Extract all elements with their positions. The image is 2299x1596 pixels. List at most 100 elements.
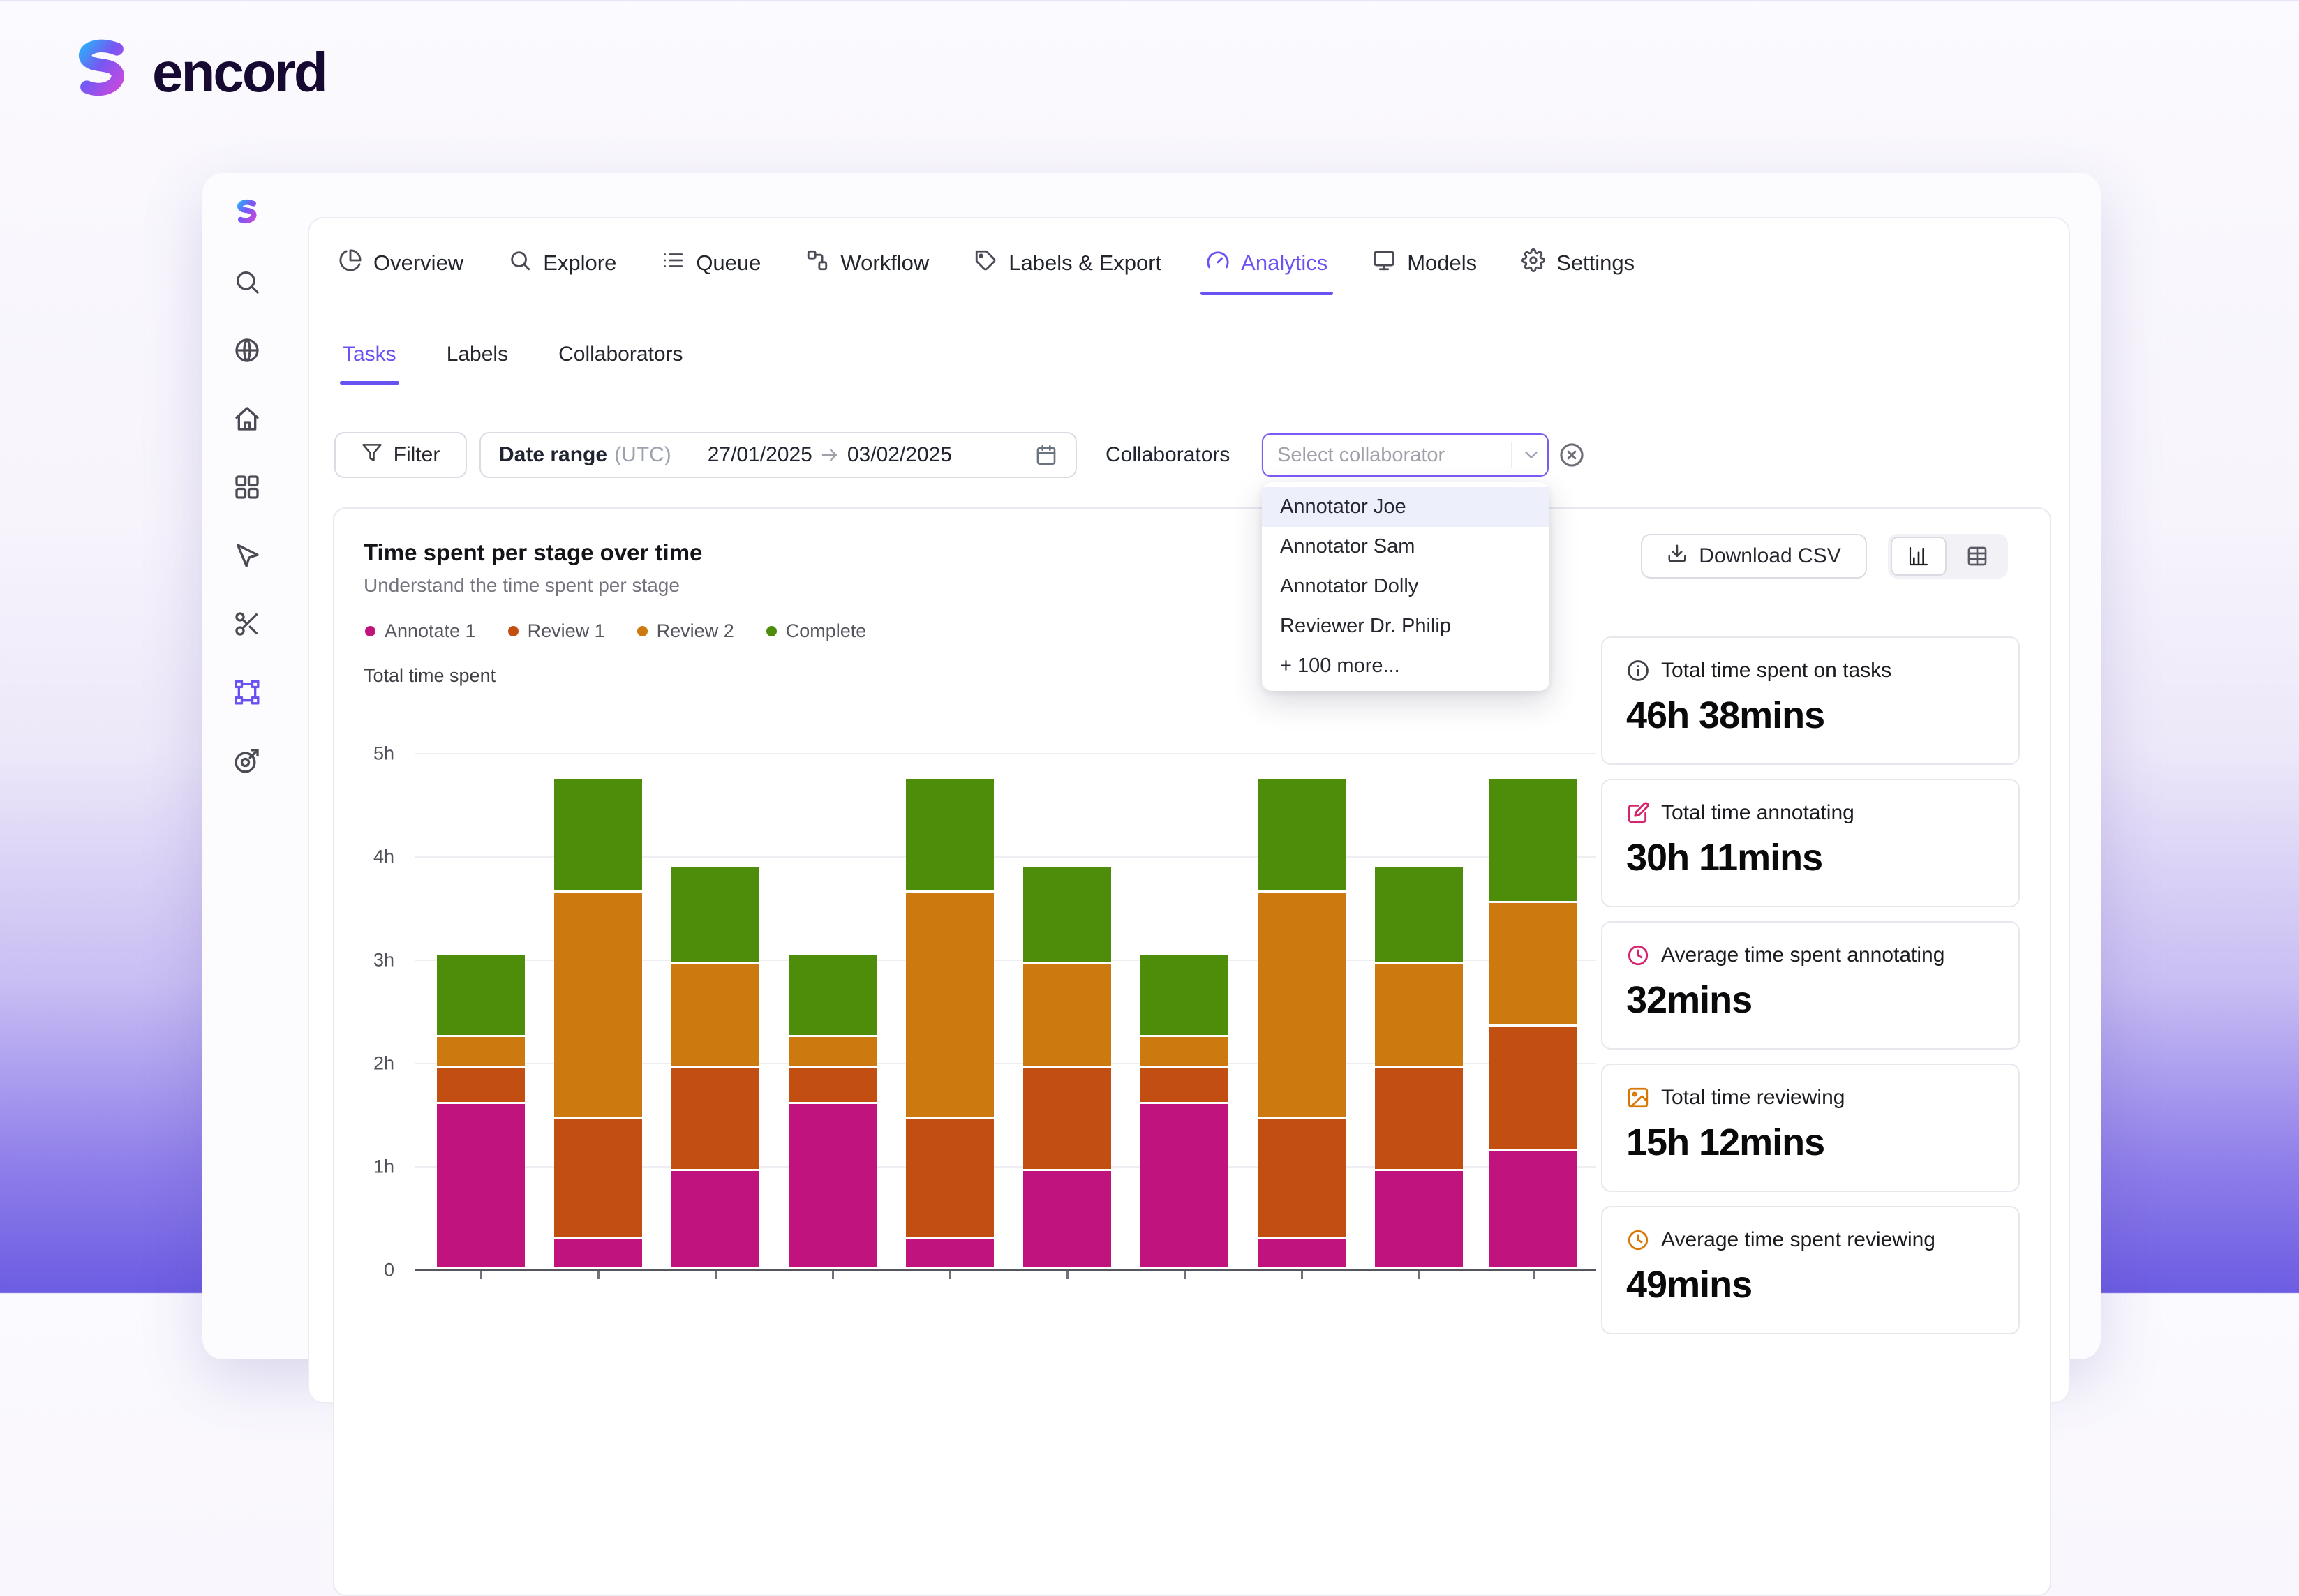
bar-segment-complete[interactable] <box>671 866 759 963</box>
sidebar-apps[interactable] <box>232 472 262 502</box>
dropdown-option-100-more[interactable]: + 100 more... <box>1262 646 1549 686</box>
stat-card-total-time-spent-on-tasks: Total time spent on tasks 46h 38mins <box>1601 636 2020 765</box>
date-start-value[interactable]: 27/01/2025 <box>708 443 812 467</box>
bar-segment-complete[interactable] <box>437 954 525 1035</box>
subtab-labels[interactable]: Labels <box>447 343 508 366</box>
dart-target-icon <box>235 749 259 773</box>
bar-segment-review-2[interactable] <box>906 892 994 1118</box>
date-range-utc-suffix: (UTC) <box>614 443 671 466</box>
tab-labels-export[interactable]: Labels & Export <box>974 249 1161 277</box>
bar-segment-annotate-1[interactable] <box>1023 1171 1111 1267</box>
vector-square-icon <box>235 680 260 705</box>
bar-segment-review-2[interactable] <box>554 892 642 1118</box>
bar-segment-complete[interactable] <box>1023 866 1111 963</box>
tab-settings[interactable]: Settings <box>1521 248 1635 277</box>
sidebar-target[interactable] <box>232 745 262 776</box>
edit-icon <box>1628 802 1649 823</box>
bar-segment-annotate-1[interactable] <box>1258 1238 1346 1267</box>
filter-button[interactable]: Filter <box>334 432 467 478</box>
sidebar <box>202 173 292 1359</box>
sidebar-globe[interactable] <box>232 335 262 366</box>
bar-segment-annotate-1[interactable] <box>906 1238 994 1267</box>
sidebar-annotate[interactable] <box>232 677 262 708</box>
bar-segment-review-2[interactable] <box>1023 964 1111 1066</box>
bar-segment-review-1[interactable] <box>437 1068 525 1103</box>
dropdown-option-reviewer-dr-philip[interactable]: Reviewer Dr. Philip <box>1262 606 1549 646</box>
sidebar-scissors[interactable] <box>232 609 262 639</box>
stat-value: 30h 11mins <box>1626 837 1823 879</box>
clear-collaborator-button[interactable] <box>1558 442 1585 468</box>
subtab-collaborators[interactable]: Collaborators <box>558 343 683 366</box>
dropdown-option-annotator-joe[interactable]: Annotator Joe <box>1262 487 1549 527</box>
x-tick <box>1418 1271 1420 1279</box>
bar-segment-complete[interactable] <box>789 954 877 1035</box>
bar-segment-complete[interactable] <box>1258 779 1346 890</box>
bar-segment-complete[interactable] <box>1489 779 1577 901</box>
dropdown-option-annotator-dolly[interactable]: Annotator Dolly <box>1262 567 1549 606</box>
tab-models[interactable]: Models <box>1372 249 1477 277</box>
date-range-picker[interactable]: Date range (UTC) 27/01/2025 03/02/2025 <box>479 432 1077 478</box>
bar-segment-annotate-1[interactable] <box>1140 1104 1228 1267</box>
tab-workflow[interactable]: Workflow <box>805 249 929 277</box>
bar-segment-review-2[interactable] <box>1489 902 1577 1025</box>
bar-segment-annotate-1[interactable] <box>1489 1150 1577 1267</box>
sidebar-logo[interactable] <box>232 198 262 229</box>
collaborator-select[interactable]: Select collaborator <box>1262 433 1549 477</box>
bar-segment-review-1[interactable] <box>906 1119 994 1237</box>
subtab-tasks[interactable]: Tasks <box>340 343 399 385</box>
dropdown-option-annotator-sam[interactable]: Annotator Sam <box>1262 527 1549 567</box>
tab-analytics[interactable]: Analytics <box>1200 249 1334 295</box>
stat-label: Average time spent reviewing <box>1661 1228 1935 1251</box>
y-tick-label: 3h <box>373 949 394 971</box>
sidebar-home[interactable] <box>232 403 262 434</box>
bar-segment-annotate-1[interactable] <box>437 1104 525 1267</box>
bar-segment-review-1[interactable] <box>1023 1068 1111 1170</box>
stat-label: Total time annotating <box>1661 801 1854 824</box>
bar-segment-review-2[interactable] <box>671 964 759 1066</box>
date-end-value[interactable]: 03/02/2025 <box>847 443 952 467</box>
bar-segment-annotate-1[interactable] <box>1375 1171 1463 1267</box>
brand-wordmark: encord <box>152 41 328 103</box>
bar-segment-review-1[interactable] <box>1489 1027 1577 1149</box>
bar-segment-review-1[interactable] <box>1258 1119 1346 1237</box>
bar-segment-review-2[interactable] <box>1375 964 1463 1066</box>
bar-segment-review-1[interactable] <box>1140 1068 1228 1103</box>
bar-segment-review-2[interactable] <box>437 1037 525 1066</box>
bar-segment-complete[interactable] <box>906 779 994 890</box>
stat-label: Total time reviewing <box>1661 1086 1845 1109</box>
stat-label: Total time spent on tasks <box>1661 659 1892 682</box>
monitor-icon <box>1374 251 1395 271</box>
bar-segment-review-2[interactable] <box>1258 892 1346 1118</box>
tag-icon <box>976 250 996 271</box>
bar-segment-review-2[interactable] <box>1140 1037 1228 1066</box>
clock-icon <box>1628 1230 1649 1251</box>
filter-bar: Filter Date range (UTC) 27/01/2025 03/02… <box>309 432 2069 478</box>
x-tick <box>597 1271 600 1279</box>
bar-segment-review-1[interactable] <box>789 1068 877 1103</box>
tab-queue[interactable]: Queue <box>661 249 761 277</box>
bar-segment-complete[interactable] <box>554 779 642 890</box>
bar-segment-review-1[interactable] <box>554 1119 642 1237</box>
x-tick <box>832 1271 834 1279</box>
sidebar-select-tool[interactable] <box>232 540 262 571</box>
stat-card-average-time-spent-reviewing: Average time spent reviewing 49mins <box>1601 1206 2020 1334</box>
bar-segment-review-2[interactable] <box>789 1037 877 1066</box>
main-panel: Overview Explore Queue Workflow Labels & Exp… <box>308 217 2070 1596</box>
tab-label: Settings <box>1556 251 1635 275</box>
bar-segment-review-1[interactable] <box>671 1068 759 1170</box>
sidebar-search[interactable] <box>232 267 262 297</box>
gear-icon <box>1521 248 1546 272</box>
search-icon <box>511 251 530 271</box>
tab-overview[interactable]: Overview <box>338 249 463 277</box>
collaborators-label: Collaborators <box>1106 443 1230 466</box>
bar-segment-annotate-1[interactable] <box>671 1171 759 1267</box>
bar-segment-review-1[interactable] <box>1375 1068 1463 1170</box>
bar-segment-annotate-1[interactable] <box>789 1104 877 1267</box>
bar-segment-complete[interactable] <box>1140 954 1228 1035</box>
search-icon <box>237 271 259 294</box>
tab-explore[interactable]: Explore <box>508 249 616 277</box>
stat-value: 46h 38mins <box>1626 694 1825 736</box>
bar-segment-annotate-1[interactable] <box>554 1238 642 1267</box>
bar-segment-complete[interactable] <box>1375 866 1463 963</box>
stat-card-total-time-reviewing: Total time reviewing 15h 12mins <box>1601 1064 2020 1192</box>
